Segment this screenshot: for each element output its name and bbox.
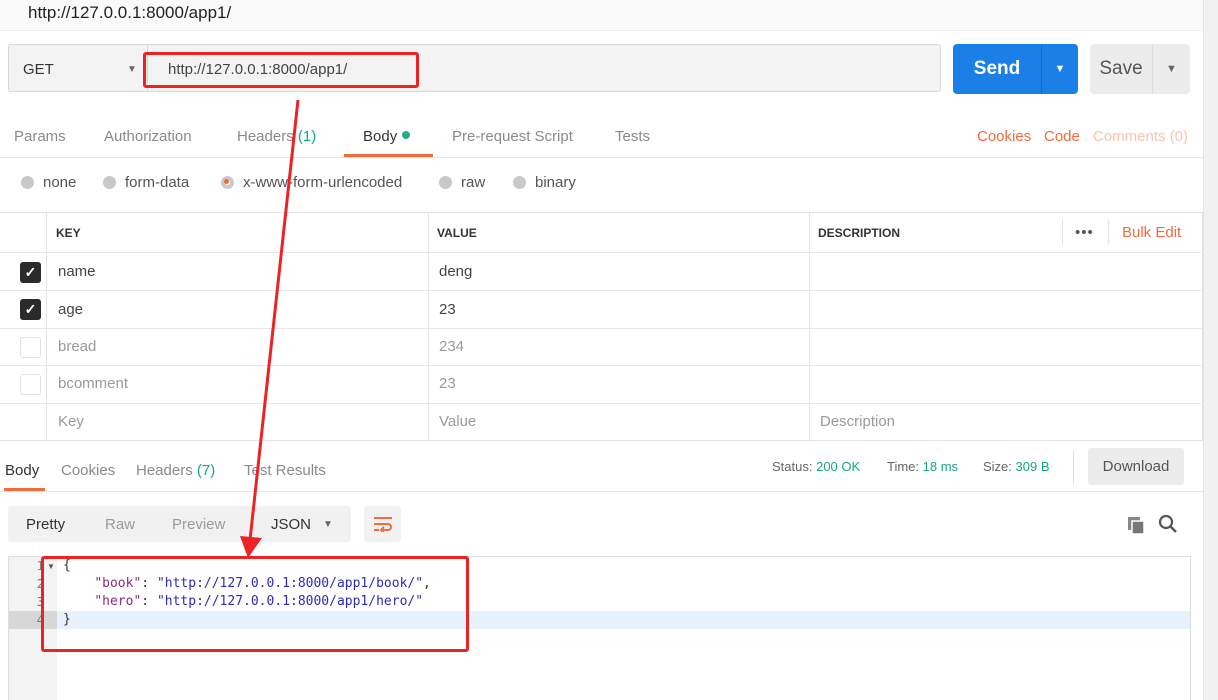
annotation-arrow: [240, 99, 300, 558]
